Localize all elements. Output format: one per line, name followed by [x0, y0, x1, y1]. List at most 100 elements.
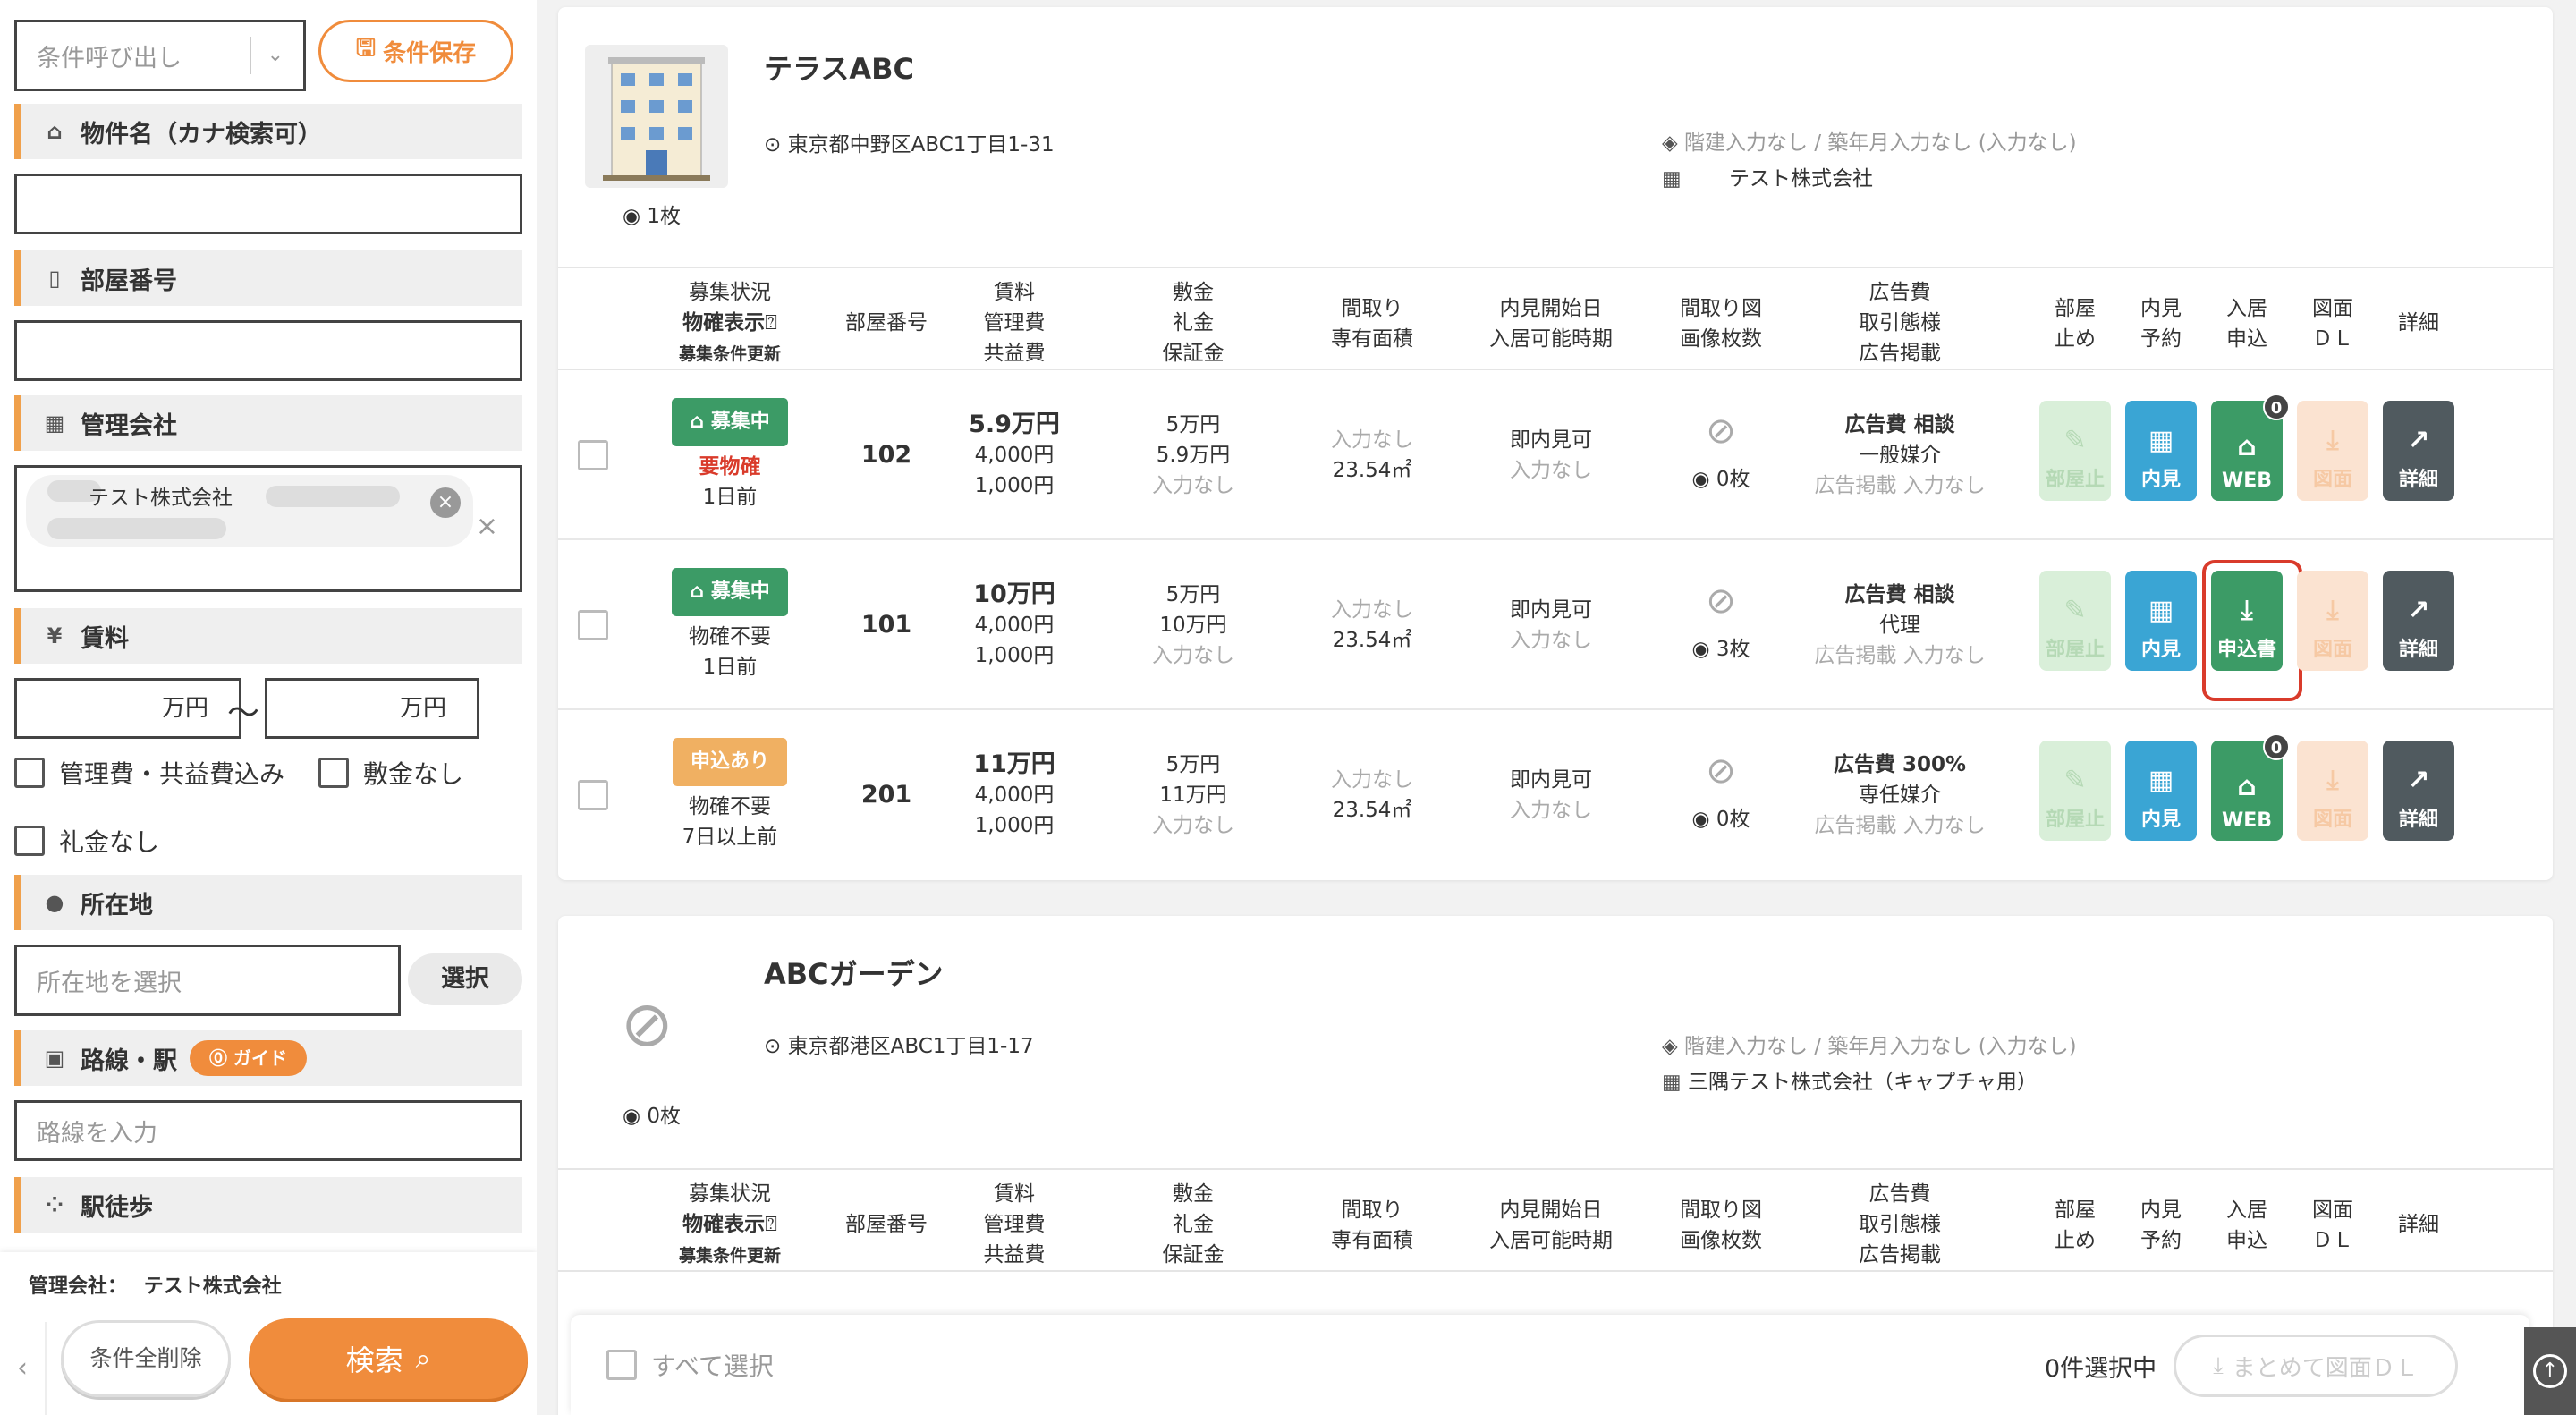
download-icon: ⤓: [2326, 765, 2339, 796]
property-address: ⊙ 東京都港区ABC1丁目1-17: [764, 1035, 1034, 1058]
select-all[interactable]: すべて選択: [606, 1347, 774, 1383]
detail-button[interactable]: ↗ 詳細: [2383, 401, 2454, 501]
pin-icon: ✎: [2063, 595, 2087, 626]
confirm-status: 物確不要: [689, 625, 771, 648]
sidebar-footer: 管理会社： テスト株式会社 ‹ 条件全削除 検索 ⌕: [0, 1252, 537, 1415]
mgmt-summary: 管理会社： テスト株式会社: [29, 1275, 282, 1298]
home-icon: ⌂: [47, 119, 63, 144]
clear-icon[interactable]: ×: [476, 511, 498, 542]
building-info: ◈ 階建入力なし / 築年月入力なし (入力なし): [1662, 1035, 2077, 1058]
search-button[interactable]: 検索 ⌕: [249, 1318, 528, 1399]
guide-button[interactable]: ⓪ ガイド: [190, 1040, 307, 1076]
door-icon: ▯: [48, 266, 61, 291]
floorplan-dl-button[interactable]: ⤓ 図面: [2297, 401, 2368, 501]
external-link-icon: ↗: [2407, 595, 2430, 626]
property-title[interactable]: テラスABC: [764, 47, 914, 88]
room-number-input[interactable]: [14, 320, 522, 381]
property-title[interactable]: ABCガーデン: [764, 952, 944, 993]
camera-icon: ◉: [1691, 468, 1710, 491]
rent-min-input[interactable]: 万円: [14, 678, 242, 739]
location-header: ● 所在地: [14, 875, 522, 930]
building-thumbnail[interactable]: [585, 45, 728, 188]
viewing-reserve-button[interactable]: ▦ 内見: [2125, 571, 2197, 671]
building-icon: ▦: [44, 411, 65, 436]
no-image-icon: ⊘: [1706, 750, 1736, 792]
row-checkbox[interactable]: [578, 440, 608, 470]
building-icon: ▦: [1662, 1071, 1682, 1094]
floorplan-dl-button[interactable]: ⤓ 図面: [2297, 741, 2368, 841]
route-input[interactable]: 路線を入力: [14, 1100, 522, 1161]
floorplan-dl-button[interactable]: ⤓ 図面: [2297, 571, 2368, 671]
redacted-block: [47, 518, 226, 539]
search-sidebar: 条件呼び出し ⌄ 🖫 条件保存 ⌂ 物件名（カナ検索可） ▯ 部屋番号 ▦ 管理会社 テ…: [0, 0, 537, 1415]
mgmt-fee-option[interactable]: 管理費・共益費込み: [14, 755, 284, 791]
property-name-header: ⌂ 物件名（カナ検索可）: [14, 104, 522, 159]
room-number: 102: [860, 441, 912, 469]
room-number-header: ▯ 部屋番号: [14, 250, 522, 306]
company-chip[interactable]: テスト株式会社 ×: [26, 475, 473, 547]
count-badge: 0: [2263, 394, 2290, 420]
room-number: 201: [860, 781, 912, 809]
application-form-button[interactable]: ⤓ 申込書: [2211, 571, 2283, 671]
room-stop-button[interactable]: ✎ 部屋止: [2039, 741, 2111, 841]
viewing-reserve-button[interactable]: ▦ 内見: [2125, 741, 2197, 841]
row-checkbox[interactable]: [578, 780, 608, 810]
table-header: 募集状況 物確表示⍰ 募集条件更新 部屋番号 賃料 管理費 共益費 敷金 礼金 保証金 間取…: [558, 1168, 2553, 1272]
pin-icon: ✎: [2063, 425, 2087, 456]
search-icon: ⌕: [415, 1343, 431, 1375]
confirm-status: 要物確: [699, 455, 761, 479]
no-deposit-option[interactable]: 敷金なし: [318, 755, 463, 791]
save-icon: 🖫: [355, 35, 377, 62]
status-badge: ⌂ 募集中: [672, 568, 788, 616]
external-link-icon: ↗: [2407, 425, 2430, 456]
status-badge: ⌂ 募集中: [672, 398, 788, 446]
apply-button[interactable]: 0 ⌂ WEB: [2211, 733, 2290, 841]
apply-button[interactable]: 0 ⌂ WEB: [2211, 394, 2290, 501]
property-address: ⊙ 東京都中野区ABC1丁目1-31: [764, 133, 1055, 157]
collapse-icon[interactable]: ‹: [0, 1322, 47, 1415]
save-condition-button[interactable]: 🖫 条件保存: [318, 20, 513, 82]
calendar-icon: ▦: [2148, 765, 2174, 796]
property-name-input[interactable]: [14, 174, 522, 234]
detail-button[interactable]: ↗ 詳細: [2383, 571, 2454, 671]
checkbox[interactable]: [318, 758, 349, 788]
location-input[interactable]: 所在地を選択: [14, 945, 401, 1016]
company-info: ▦ テスト株式会社: [1662, 167, 1874, 191]
checkbox[interactable]: [14, 758, 45, 788]
table-row: ⌂ 募集中 物確不要 1日前 101 10万円 4,000円 1,000円 5万円 10万…: [558, 540, 2553, 710]
yen-icon: ¥: [47, 623, 63, 648]
station-walk-header: ⁘ 駅徒歩: [14, 1177, 522, 1233]
scroll-top-button[interactable]: ↑: [2524, 1327, 2576, 1415]
calendar-icon: ▦: [2148, 425, 2174, 456]
status-badge: 申込あり: [672, 738, 787, 786]
no-image-icon: ⊘: [1706, 580, 1736, 622]
checkbox[interactable]: [606, 1350, 637, 1380]
camera-icon: ◉: [623, 1105, 641, 1128]
rent-max-input[interactable]: 万円: [265, 678, 479, 739]
viewing-reserve-button[interactable]: ▦ 内見: [2125, 401, 2197, 501]
help-icon: ⍰: [765, 311, 777, 335]
room-stop-button[interactable]: ✎ 部屋止: [2039, 401, 2111, 501]
detail-button[interactable]: ↗ 詳細: [2383, 741, 2454, 841]
download-icon: ⤓: [2326, 595, 2339, 626]
count-badge: 0: [2263, 733, 2290, 760]
clear-all-button[interactable]: 条件全削除: [61, 1320, 231, 1397]
pin-icon: ●: [45, 890, 64, 915]
redacted-block: [266, 486, 400, 507]
bulk-floorplan-dl-button[interactable]: ⤓ まとめて図面ＤＬ: [2174, 1335, 2458, 1397]
door-icon: ⌂: [2237, 771, 2257, 802]
condition-call-select[interactable]: 条件呼び出し ⌄: [14, 20, 306, 91]
range-separator: 〜: [227, 695, 260, 732]
help-icon: ⍰: [765, 1213, 777, 1236]
location-select-button[interactable]: 選択: [408, 953, 522, 1005]
no-key-money-option[interactable]: 礼金なし: [14, 823, 159, 859]
row-checkbox[interactable]: [578, 610, 608, 640]
footsteps-icon: ⁘: [45, 1192, 64, 1217]
checkbox[interactable]: [14, 826, 45, 856]
layers-icon: ◈: [1662, 131, 1678, 155]
pin-icon: ✎: [2063, 765, 2087, 796]
building-icon: ▦: [1662, 167, 1682, 191]
management-company-input[interactable]: テスト株式会社 × ×: [14, 465, 522, 592]
chip-remove-icon[interactable]: ×: [430, 487, 461, 518]
room-stop-button[interactable]: ✎ 部屋止: [2039, 571, 2111, 671]
